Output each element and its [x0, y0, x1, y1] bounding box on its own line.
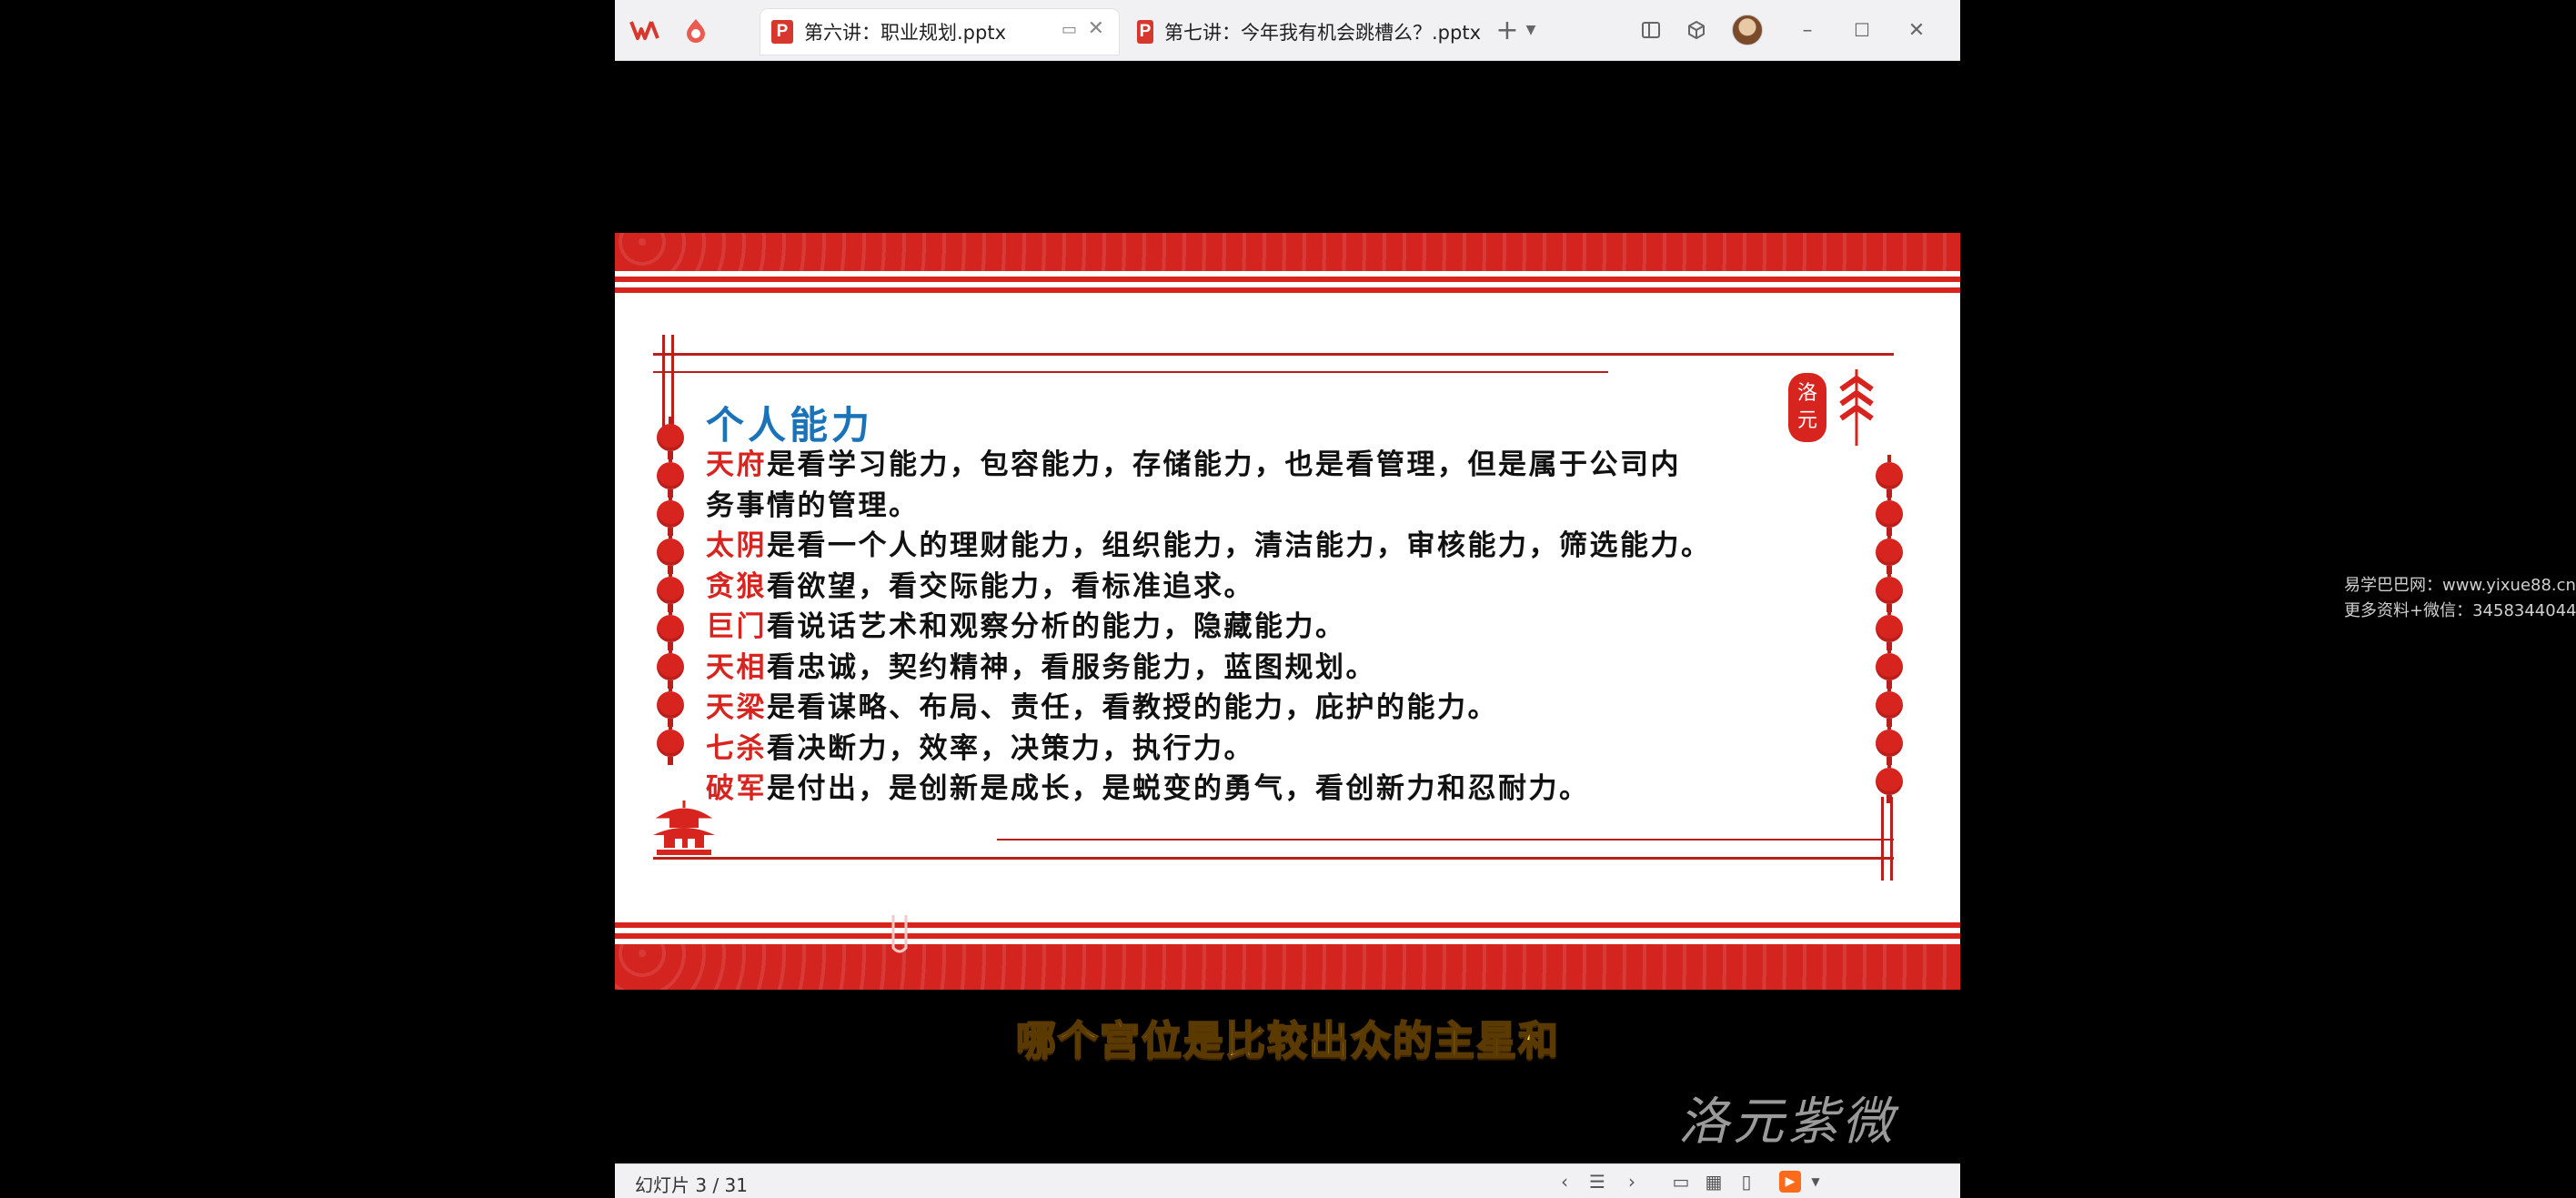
bottom-stripe-2	[615, 933, 1960, 939]
star-name: 七杀	[706, 731, 767, 765]
list-item: 破军是付出，是创新是成长，是蜕变的勇气，看创新力和忍耐力。	[706, 769, 1852, 810]
screen-icon[interactable]: ▭	[1062, 20, 1077, 39]
list-item: 七杀看决断力，效率，决策力，执行力。	[706, 729, 1852, 770]
slide-list-icon[interactable]: ☰	[1586, 1171, 1608, 1193]
video-subtitle: 哪个宫位是比较出众的主星和	[1015, 1017, 1560, 1065]
maximize-icon[interactable]: ☐	[1846, 15, 1877, 45]
frame-top-line	[653, 353, 1894, 356]
star-description: 看说话艺术和观察分析的能力，隐藏能力。	[767, 610, 1346, 643]
star-description: 看决断力，效率，决策力，执行力。	[767, 731, 1254, 765]
tab-label: 第七讲：今年我有机会跳槽么？.pptx	[1164, 22, 1481, 44]
pptx-file-icon: P	[771, 20, 793, 44]
frame-right-post-2	[1890, 797, 1893, 881]
frame-top-line-2	[653, 371, 1608, 373]
tab-bar: P 第六讲：职业规划.pptx ▭ ✕ P 第七讲：今年我有机会跳槽么？.ppt…	[615, 0, 1960, 61]
list-item: 太阴是看一个人的理财能力，组织能力，清洁能力，审核能力，筛选能力。	[706, 526, 1852, 567]
list-item: 天相看忠诚，契约精神，看服务能力，蓝图规划。	[706, 648, 1852, 689]
tab-other-file[interactable]: P 第七讲：今年我有机会跳槽么？.pptx	[1126, 9, 1481, 55]
close-tab-icon[interactable]: ✕	[1088, 17, 1104, 40]
list-item: 贪狼看欲望，看交际能力，看标准追求。	[706, 567, 1852, 608]
lantern-icon	[657, 493, 684, 536]
left-lantern-string	[657, 417, 684, 765]
slide-body: 天府是看学习能力，包容能力，存储能力，也是看管理，但是属于公司内 务事情的管理。…	[706, 445, 1852, 810]
star-name: 破军	[706, 772, 767, 805]
star-name: 天梁	[706, 691, 767, 724]
frame-bottom-line-2	[997, 839, 1894, 841]
signature-logo: 洛元紫微	[1678, 1092, 1897, 1152]
star-description: 务事情的管理。	[706, 488, 920, 522]
list-item: 巨门看说话艺术和观察分析的能力，隐藏能力。	[706, 607, 1852, 648]
wps-logo-icon[interactable]	[622, 11, 668, 49]
bottom-stripe	[615, 922, 1960, 928]
knot-ornament-icon	[891, 915, 908, 953]
star-description: 是看一个人的理财能力，组织能力，清洁能力，审核能力，筛选能力。	[767, 529, 1712, 562]
list-item: 务事情的管理。	[706, 486, 1852, 527]
lantern-icon	[1876, 684, 1903, 727]
seal-text: 洛元	[1796, 382, 1817, 432]
star-description: 是看学习能力，包容能力，存储能力，也是看管理，但是属于公司内	[767, 448, 1681, 481]
slide-canvas: 洛元 个人能力 天府是看学习能力，包容能力，存储能力，也是看管理，但是属于公司内…	[615, 233, 1960, 990]
slide-counter: 幻灯片 3 / 31	[635, 1174, 748, 1196]
lantern-icon	[1876, 722, 1903, 765]
frame-right-post	[1881, 797, 1884, 881]
chevron-down-icon[interactable]: ▼	[1515, 15, 1546, 45]
status-bar: 幻灯片 3 / 31 ‹ ☰ › ▭ ▦ ▯ ▶ ▼	[615, 1163, 1960, 1198]
chevron-down-icon[interactable]: ▼	[1805, 1171, 1826, 1193]
lantern-icon	[1876, 608, 1903, 650]
lantern-icon	[657, 455, 684, 498]
close-window-icon[interactable]: ✕	[1901, 15, 1932, 45]
docer-icon[interactable]	[673, 11, 719, 49]
normal-view-icon[interactable]: ▭	[1670, 1171, 1692, 1193]
seal-stamp: 洛元	[1788, 373, 1826, 442]
top-decorative-band	[615, 233, 1960, 271]
star-name: 太阴	[706, 529, 767, 562]
avatar[interactable]	[1732, 15, 1763, 45]
top-stripe	[615, 277, 1960, 282]
star-description: 是看谋略、布局、责任，看教授的能力，庇护的能力。	[767, 691, 1498, 724]
slide-title: 个人能力	[706, 403, 874, 448]
star-description: 看忠诚，契约精神，看服务能力，蓝图规划。	[767, 650, 1376, 684]
lantern-icon	[657, 722, 684, 765]
lantern-icon	[1876, 493, 1903, 536]
star-name: 天相	[706, 650, 767, 684]
lantern-icon	[1876, 455, 1903, 498]
lantern-icon	[1876, 646, 1903, 689]
reading-view-icon[interactable]: ▯	[1736, 1171, 1757, 1193]
minimize-icon[interactable]: –	[1792, 15, 1823, 45]
lantern-icon	[657, 417, 684, 459]
play-slideshow-icon[interactable]: ▶	[1779, 1171, 1801, 1193]
list-item: 天府是看学习能力，包容能力，存储能力，也是看管理，但是属于公司内	[706, 445, 1852, 486]
lantern-icon	[657, 531, 684, 574]
list-item: 天梁是看谋略、布局、责任，看教授的能力，庇护的能力。	[706, 688, 1852, 729]
top-stripe-2	[615, 287, 1960, 293]
watermark: 易学巴巴网：www.yixue88.cn 更多资料+微信：3458344044	[2344, 573, 2576, 624]
grid-view-icon[interactable]: ▦	[1703, 1171, 1725, 1193]
star-description: 看欲望，看交际能力，看标准追求。	[767, 569, 1254, 603]
previous-slide-icon[interactable]: ‹	[1554, 1171, 1575, 1193]
pptx-file-icon: P	[1137, 20, 1153, 44]
firecracker-ornament-icon	[1839, 369, 1874, 446]
next-slide-icon[interactable]: ›	[1621, 1171, 1643, 1193]
star-name: 天府	[706, 448, 767, 481]
watermark-line: 易学巴巴网：www.yixue88.cn	[2344, 576, 2576, 595]
star-name: 贪狼	[706, 569, 767, 603]
star-name: 巨门	[706, 610, 767, 643]
cube-icon[interactable]	[1681, 15, 1712, 45]
sidebar-layout-icon[interactable]	[1635, 15, 1666, 45]
lantern-icon	[657, 684, 684, 727]
lantern-icon	[1876, 531, 1903, 574]
right-lantern-string	[1876, 455, 1903, 803]
tab-current-file[interactable]: P 第六讲：职业规划.pptx ▭ ✕	[760, 9, 1119, 55]
star-description: 是付出，是创新是成长，是蜕变的勇气，看创新力和忍耐力。	[767, 772, 1590, 805]
lantern-icon	[657, 569, 684, 612]
watermark-line: 更多资料+微信：3458344044	[2344, 601, 2576, 620]
tab-label: 第六讲：职业规划.pptx	[804, 22, 1006, 44]
lantern-icon	[657, 608, 684, 650]
bottom-decorative-band	[615, 944, 1960, 990]
lantern-icon	[657, 646, 684, 689]
lantern-icon	[1876, 569, 1903, 612]
lantern-icon	[1876, 760, 1903, 803]
frame-bottom-line	[653, 857, 1894, 860]
